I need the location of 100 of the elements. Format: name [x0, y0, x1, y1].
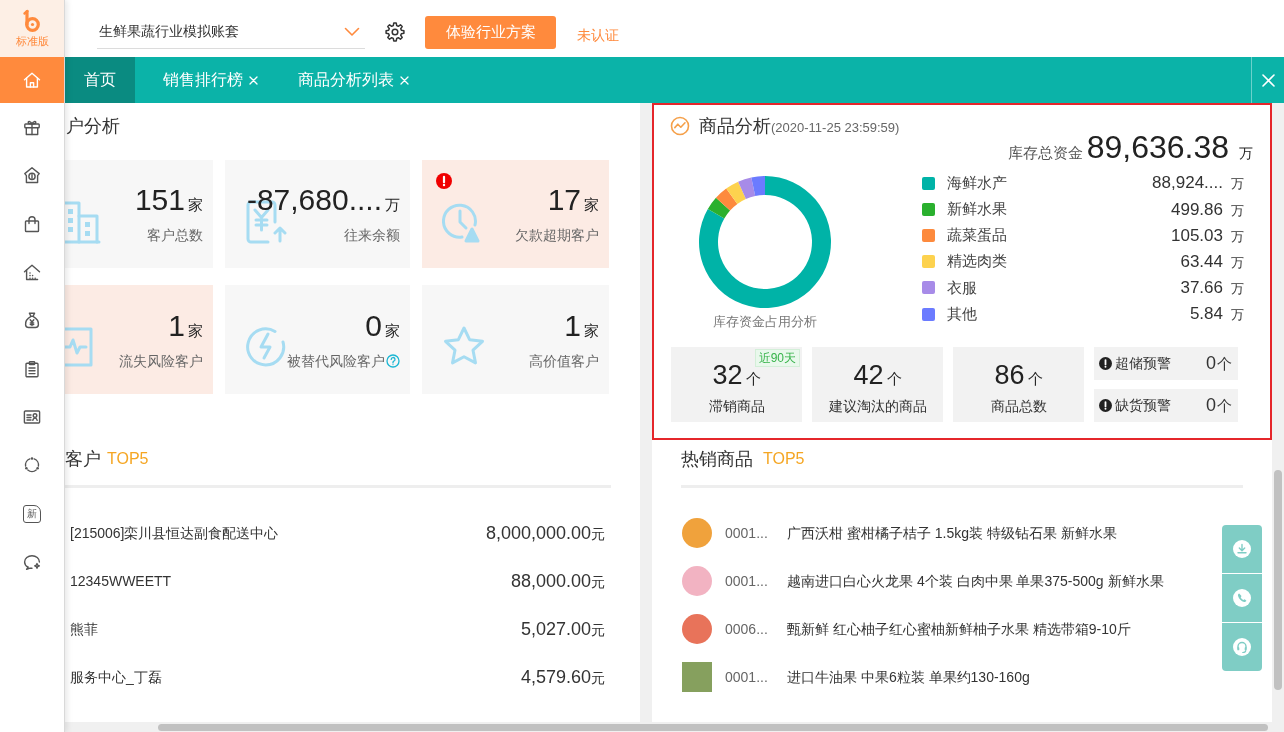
legend-value: 88,924.... 万: [1152, 172, 1244, 195]
close-icon[interactable]: [400, 75, 409, 85]
section-title: 热销商品: [681, 447, 753, 471]
legend-label: 精选肉类: [947, 251, 1007, 272]
stat-label: 被替代风险客户: [287, 351, 385, 371]
stat-value: 17 家: [547, 185, 599, 218]
lightning-circle-icon: [245, 325, 287, 367]
legend-label: 新鲜水果: [947, 199, 1007, 220]
legend-label: 海鲜水产: [947, 172, 1007, 193]
stat-label: 滞销商品: [708, 397, 765, 416]
legend-value: 105.03 万: [1171, 224, 1244, 247]
stat-label: 客户总数: [147, 226, 203, 245]
amount: 8,000,000.00元: [485, 521, 605, 545]
product-code: 0001...: [725, 667, 769, 687]
close-icon[interactable]: [249, 75, 258, 85]
legend-value: 63.44 万: [1180, 250, 1244, 273]
star-icon: [442, 325, 486, 367]
alert-icon: [1099, 399, 1112, 412]
total-value: 89,636.38 万: [1086, 129, 1253, 167]
warning-value: 0个: [1206, 352, 1232, 375]
legend-value: 5.84 万: [1189, 303, 1244, 326]
stat-label: 高价值客户: [529, 351, 599, 371]
clipboard-icon[interactable]: [22, 358, 42, 379]
rank-label: TOP5: [763, 449, 805, 469]
phone-icon[interactable]: [1233, 589, 1251, 607]
stat-label: 往来余额: [344, 226, 400, 245]
tab[interactable]: 销售排行榜: [135, 57, 270, 103]
product-code: 0006...: [725, 619, 769, 639]
total-label: 库存总资金: [1007, 143, 1083, 163]
house-dots-icon[interactable]: [22, 262, 42, 283]
photo-placeholder: [682, 566, 712, 596]
scrollbar-thumb[interactable]: [1274, 470, 1282, 690]
download-button[interactable]: [1222, 525, 1262, 573]
product-name: 甄新鲜 红心柚子红心蜜柚新鲜柚子水果 精选带箱9-10斤: [787, 619, 1131, 639]
money-bag-icon[interactable]: [22, 310, 42, 331]
timestamp: (2020-11-25 23:59:59): [771, 119, 900, 137]
product-name: 越南进口白心火龙果 4个装 白肉中果 单果375-500g 新鲜水果: [787, 571, 1164, 591]
bag-icon[interactable]: [22, 213, 42, 234]
stat-value: 151 家: [134, 185, 203, 218]
warning-label: 超储预警: [1115, 354, 1171, 373]
alert-icon: [1099, 357, 1112, 370]
customer-name: 服务中心_丁磊: [70, 667, 162, 687]
section-title: 客户: [65, 447, 101, 471]
photo-placeholder: [682, 614, 712, 644]
amount: 4,579.60元: [520, 665, 605, 689]
rank-label: TOP5: [107, 449, 149, 469]
legend-value: 37.66 万: [1180, 277, 1244, 300]
edition-label: 标准版: [15, 35, 49, 48]
tab[interactable]: 商品分析列表: [270, 57, 421, 103]
action-button[interactable]: 体验行业方案: [425, 16, 556, 49]
trend-circle-icon: [670, 116, 690, 136]
panel-title: 商品分析: [699, 114, 771, 138]
close-icon[interactable]: [1261, 73, 1275, 87]
stat-value: 42 个: [853, 359, 902, 392]
product-name: 进口牛油果 中果6粒装 单果约130-160g: [787, 667, 1030, 687]
customer-name: 12345WWEETT: [70, 571, 172, 591]
tab[interactable]: 首页: [65, 57, 135, 103]
stat-value: 1 家: [564, 310, 599, 344]
phone-button[interactable]: [1222, 574, 1262, 622]
scrollbar-thumb[interactable]: [158, 723, 1268, 731]
amount: 88,000.00元: [510, 569, 605, 593]
pulse-monitor-icon: [65, 325, 95, 369]
stat-label: 商品总数: [990, 397, 1047, 416]
download-icon[interactable]: [1233, 540, 1251, 558]
home-icon[interactable]: [22, 70, 42, 90]
product-code: 0001...: [725, 571, 769, 591]
legend-label: 蔬菜蛋品: [947, 225, 1007, 246]
help-icon[interactable]: [386, 353, 400, 368]
period-tag: 近90天: [754, 349, 800, 367]
product-code: 0001...: [725, 523, 769, 543]
sidebar-button[interactable]: 新: [0, 489, 64, 538]
certification-status[interactable]: 未认证: [577, 26, 619, 44]
building-icon: [65, 200, 101, 244]
headset-icon[interactable]: [1233, 638, 1251, 656]
stat-value: 0 家: [365, 310, 400, 344]
stat-label: 流失风险客户: [119, 351, 203, 371]
warning-label: 缺货预警: [1115, 396, 1171, 415]
settings-icon[interactable]: [385, 22, 405, 42]
amount: 5,027.00元: [520, 617, 605, 641]
customer-name: [215006]栾川县恒达副食配送中心: [70, 523, 279, 543]
stat-value: -87,680....万: [246, 185, 400, 218]
product-name: 广西沃柑 蜜柑橘子桔子 1.5kg装 特级钻石果 新鲜水果: [787, 523, 1117, 543]
legend-label: 衣服: [947, 277, 977, 298]
legend-label: 其他: [947, 303, 977, 324]
chart-title: 库存资金占用分析: [713, 313, 817, 331]
legend-value: 499.86 万: [1171, 198, 1244, 221]
photo-placeholder: [682, 518, 712, 548]
account-select[interactable]: 生鲜果蔬行业模拟账套: [97, 15, 365, 49]
house-coin-icon[interactable]: [22, 165, 42, 186]
stat-value: 86 个: [994, 359, 1043, 392]
support-button[interactable]: [1222, 623, 1262, 671]
sidebar-button[interactable]: [0, 103, 64, 152]
photo-placeholder: [682, 662, 712, 692]
warning-value: 0个: [1206, 394, 1232, 417]
logo-icon: [21, 9, 43, 33]
chevron-down-icon[interactable]: [344, 26, 360, 37]
stat-value: 1 家: [168, 310, 203, 344]
section-title: 户分析: [66, 114, 120, 138]
customer-name: 熊菲: [70, 619, 98, 639]
stat-label: 欠款超期客户: [515, 226, 599, 245]
